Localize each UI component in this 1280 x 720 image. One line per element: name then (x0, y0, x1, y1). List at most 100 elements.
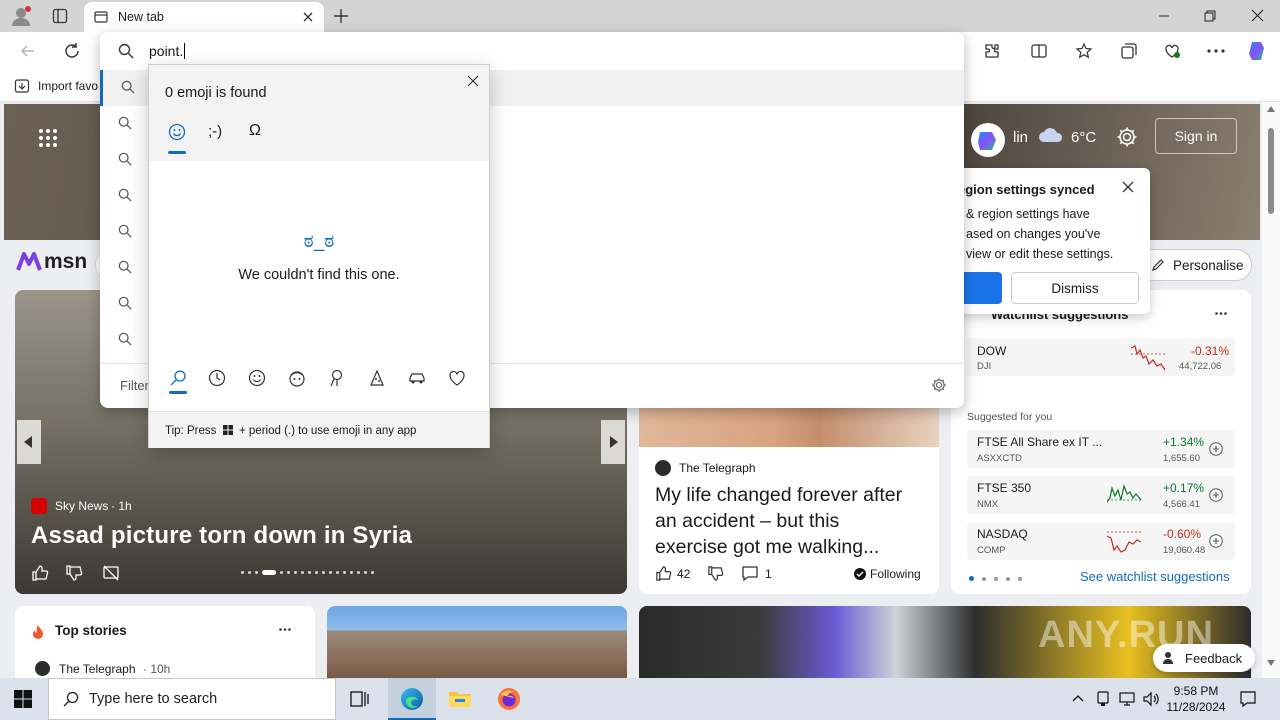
category-smileys-icon[interactable] (248, 369, 266, 387)
page-scrollbar[interactable] (1262, 102, 1280, 678)
carousel-next-button[interactable] (601, 420, 625, 464)
pencil-icon (1152, 259, 1164, 271)
card-dislike-icon[interactable] (707, 565, 724, 582)
add-watchlist-icon[interactable] (1209, 534, 1223, 548)
watchlist-more-icon[interactable] (1215, 312, 1227, 315)
start-button[interactable] (14, 690, 32, 708)
windows-logo-icon (14, 690, 32, 708)
card-source[interactable]: The Telegraph (679, 461, 756, 475)
top-story-source[interactable]: The Telegraph (59, 662, 136, 676)
msn-logo-text[interactable]: msn (44, 250, 87, 274)
telegraph-news-card[interactable]: The Telegraph My life changed forever af… (639, 390, 939, 594)
category-travel-icon[interactable] (408, 369, 426, 387)
back-icon[interactable] (20, 43, 36, 59)
search-icon (63, 691, 79, 707)
category-celebration-icon[interactable] (328, 369, 346, 387)
personalise-button[interactable]: Personalise (1138, 249, 1252, 281)
emoji-tab-kaomoji[interactable]: ;-) (208, 123, 222, 140)
popup-close-icon[interactable] (1122, 181, 1134, 193)
category-food-icon[interactable] (368, 369, 386, 387)
hero-source[interactable]: Sky News (55, 499, 108, 513)
category-search-icon[interactable] (169, 369, 187, 394)
emoji-results-area: ಠ_ಠ We couldn't find this one. (149, 161, 489, 411)
apps-grid-icon[interactable] (38, 128, 58, 148)
browser-essentials-icon[interactable] (1163, 42, 1181, 60)
weather-temp[interactable]: 6°C (1071, 129, 1096, 146)
emoji-close-icon[interactable] (467, 75, 479, 87)
new-tab-button[interactable] (332, 7, 350, 25)
clock[interactable]: 9:58 PM 11/28/2024 (1160, 683, 1232, 715)
weather-city[interactable]: lin (1013, 129, 1028, 146)
address-input[interactable]: point. (149, 43, 186, 59)
hero-headline[interactable]: Assad picture torn down in Syria (31, 522, 412, 550)
carousel-dots[interactable] (241, 570, 374, 575)
profile-icon[interactable] (10, 5, 32, 27)
refresh-icon[interactable] (63, 42, 81, 60)
tab-actions-icon[interactable] (52, 8, 68, 24)
taskbar-search-box[interactable]: Type here to search (48, 678, 336, 720)
notifications-icon[interactable] (1239, 690, 1257, 708)
see-watchlist-link[interactable]: See watchlist suggestions (1080, 569, 1230, 584)
emoji-tab-smiley[interactable] (168, 123, 186, 154)
minimize-icon[interactable] (1158, 10, 1170, 22)
close-tab-icon[interactable] (302, 11, 314, 23)
search-icon (118, 296, 132, 310)
tab-new-tab[interactable]: New tab (84, 2, 324, 32)
top-stories-title[interactable]: Top stories (55, 623, 127, 638)
category-heart-icon[interactable] (448, 369, 466, 387)
filter-label[interactable]: Filter (120, 378, 149, 393)
emoji-tab-symbols[interactable]: Ω (249, 122, 261, 140)
collections-icon[interactable] (1120, 42, 1138, 60)
popup-body: & region settings have ased on changes y… (966, 207, 1114, 261)
file-explorer-icon[interactable] (448, 689, 472, 709)
following-label[interactable]: Following (870, 567, 921, 581)
scroll-down-icon[interactable] (1267, 660, 1275, 666)
top-stories-more-icon[interactable] (279, 628, 291, 631)
dropdown-settings-icon[interactable] (931, 377, 947, 393)
anyrun-watermark: ANY.RUN (1038, 614, 1214, 656)
sign-in-button[interactable]: Sign in (1155, 118, 1237, 154)
watchlist-page-dots[interactable] (969, 576, 1022, 581)
category-recent-icon[interactable] (208, 369, 226, 387)
copilot-weather-icon[interactable] (970, 122, 1006, 158)
copilot-icon[interactable] (1246, 39, 1270, 63)
search-icon (118, 116, 132, 130)
extensions-icon[interactable] (983, 42, 1001, 60)
carousel-prev-button[interactable] (17, 420, 41, 464)
dislike-icon[interactable] (65, 564, 83, 582)
restore-icon[interactable] (1204, 10, 1216, 22)
card-like-icon[interactable] (655, 565, 672, 582)
card-headline[interactable]: My life changed forever after an acciden… (655, 482, 935, 560)
card-comment-icon[interactable] (741, 565, 759, 582)
watchlist-row-nasdaq[interactable]: NASDAQ COMP -0.60% 19,060.48 (967, 522, 1235, 560)
card-like-count: 42 (677, 567, 691, 581)
task-view-icon[interactable] (350, 690, 370, 708)
network-icon[interactable] (1118, 691, 1136, 707)
scroll-up-icon[interactable] (1267, 106, 1275, 112)
tray-chevron-icon[interactable] (1072, 694, 1084, 702)
split-screen-icon[interactable] (1030, 42, 1048, 60)
volume-icon[interactable] (1142, 691, 1160, 707)
watchlist-row-ftse-all[interactable]: FTSE All Share ex IT ... ASXXCTD +1.34% … (967, 430, 1235, 468)
firefox-icon[interactable] (497, 687, 521, 711)
add-watchlist-icon[interactable] (1209, 488, 1223, 502)
tray-device-icon[interactable] (1095, 691, 1111, 707)
following-check-icon (854, 568, 866, 580)
favorites-star-icon[interactable] (1075, 42, 1093, 60)
hide-story-icon[interactable] (102, 564, 120, 582)
scroll-thumb[interactable] (1268, 128, 1274, 214)
close-window-icon[interactable] (1251, 9, 1264, 22)
watchlist-row-dow[interactable]: DOW DJI -0.31% 44,722.06 (967, 338, 1235, 376)
region-settings-popup: egion settings synced & region settings … (950, 168, 1150, 314)
msn-logo-icon[interactable] (16, 250, 42, 272)
add-watchlist-icon[interactable] (1209, 442, 1223, 456)
edge-taskbar-button[interactable] (388, 678, 436, 720)
more-options-icon[interactable] (1207, 49, 1225, 53)
import-favorites-link[interactable]: Import favo (38, 79, 98, 93)
popup-dismiss-button[interactable]: Dismiss (1011, 272, 1139, 304)
category-people-icon[interactable] (288, 369, 306, 387)
settings-gear-icon[interactable] (1116, 126, 1138, 148)
building-story-card[interactable] (327, 606, 627, 678)
like-icon[interactable] (31, 564, 49, 582)
watchlist-row-ftse-350[interactable]: FTSE 350 NMX +0.17% 4,566.41 (967, 476, 1235, 514)
